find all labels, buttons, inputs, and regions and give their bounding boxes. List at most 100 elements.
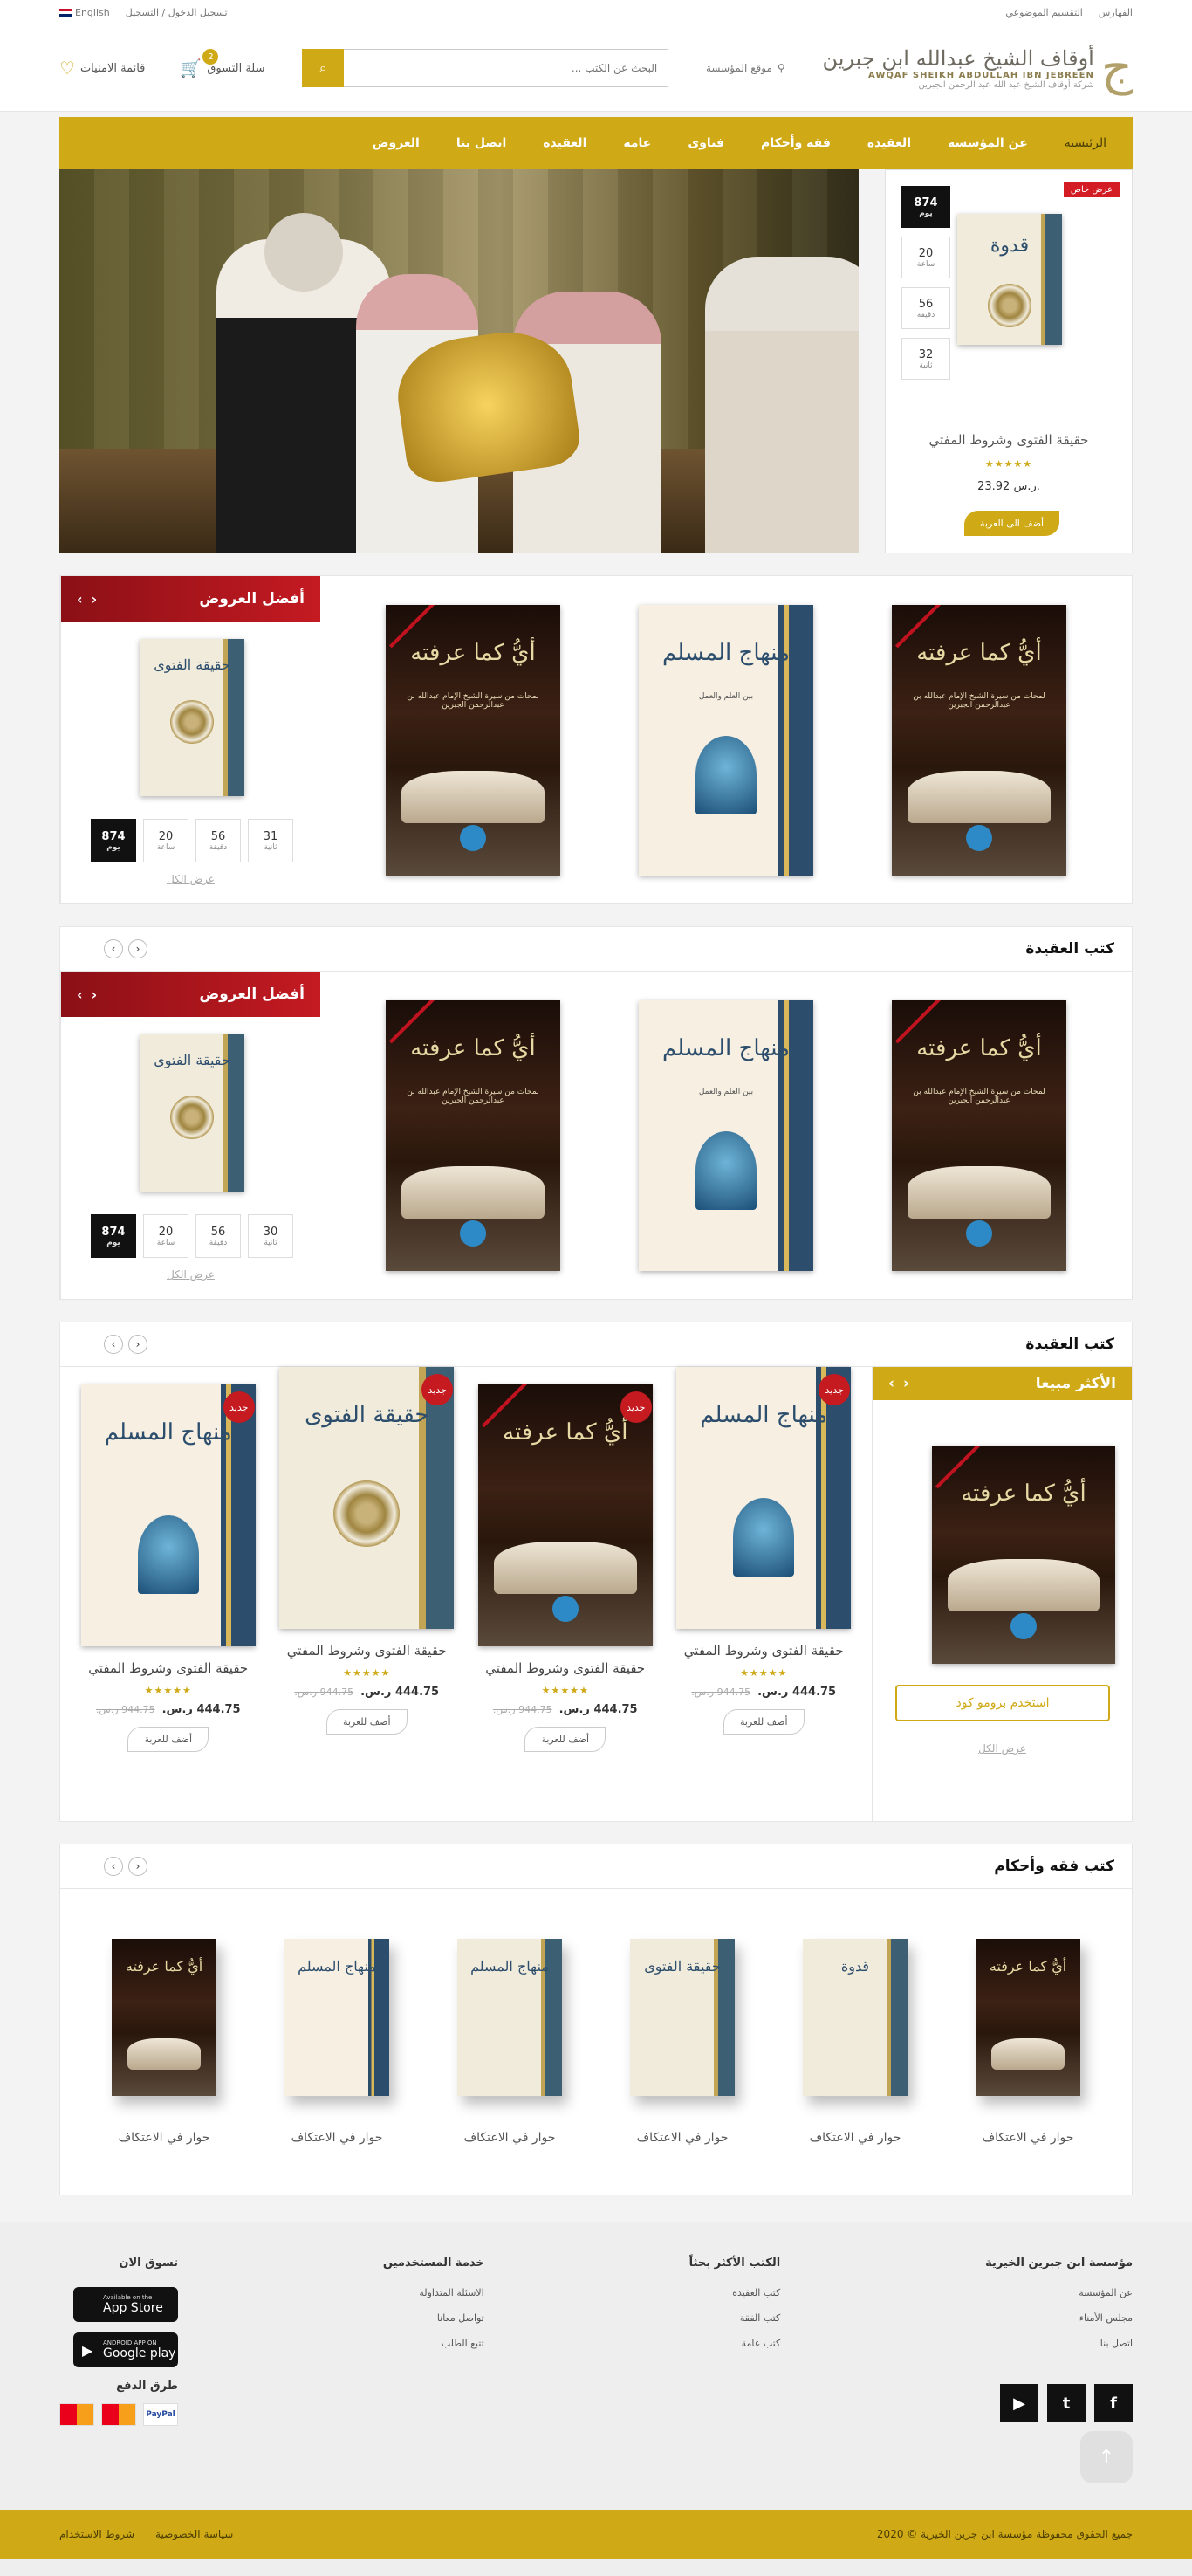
google-play-button[interactable]: ▶ ANDROID APP ON Google play <box>73 2332 178 2367</box>
book-name[interactable]: حوار في الاعتكاف <box>608 2131 757 2145</box>
product-name[interactable]: حقيقة الفتوى وشروط المفتي <box>77 1660 260 1676</box>
book-cover[interactable]: أيُّ كما عرفته لمحات من سيرة الشيخ الإما… <box>892 604 1066 876</box>
chevron-right-icon[interactable]: › <box>92 986 98 1003</box>
product-cover[interactable]: منهاج المسلم <box>80 1384 256 1646</box>
prev-arrow-icon[interactable]: ‹ <box>104 1857 123 1876</box>
chevron-right-icon[interactable]: › <box>903 1375 909 1392</box>
site-header: ♡ قائمة الامنيات 🛒 2 سلة التسوق ⌕ موقع ا… <box>0 24 1192 112</box>
book-name[interactable]: حوار في الاعتكاف <box>954 2131 1102 2145</box>
uk-flag-icon <box>59 9 72 17</box>
product-name[interactable]: حقيقة الفتوى وشروط المفتي <box>474 1660 657 1676</box>
product-cover[interactable]: أيُّ كما عرفته <box>477 1384 653 1646</box>
facebook-icon[interactable]: f <box>1094 2384 1133 2422</box>
terms-link[interactable]: شروط الاستخدام <box>59 2528 134 2540</box>
chevron-left-icon[interactable]: ‹ <box>77 591 83 608</box>
book-cover[interactable]: أيُّ كما عرفته لمحات من سيرة الشيخ الإما… <box>386 999 560 1271</box>
footer-link[interactable]: اتصل بنا <box>985 2338 1133 2349</box>
footer-link[interactable]: الاسئلة المتداولة <box>383 2287 483 2298</box>
footer-link[interactable]: عن المؤسسة <box>985 2287 1133 2298</box>
view-all-link[interactable]: عرض الكل <box>61 873 320 885</box>
view-all-link[interactable]: عرض الكل <box>61 1268 320 1281</box>
footer-heading: تسوق الان <box>119 2257 178 2270</box>
publisher-seal-icon <box>460 824 486 851</box>
site-logo[interactable]: أوقاف الشيخ عبدالله ابن جبرين AWQAF SHEI… <box>822 44 1133 93</box>
search-button[interactable]: ⌕ <box>302 49 345 87</box>
book-name[interactable]: حوار في الاعتكاف <box>781 2131 929 2145</box>
footer-link[interactable]: تتبع الطلب <box>383 2338 484 2349</box>
best-deal-book-cover[interactable]: حقيقة الفتوى <box>140 1034 244 1192</box>
footer-link[interactable]: كتب الفقة <box>689 2312 780 2324</box>
book-cover[interactable]: أيُّ كما عرفته <box>976 1939 1080 2096</box>
book-name[interactable]: حوار في الاعتكاف <box>263 2131 411 2145</box>
offer-title[interactable]: حقيقة الفتوى وشروط المفتي <box>886 432 1132 448</box>
site-footer: مؤسسة ابن جبرين الخيرية عن المؤسسة مجلس … <box>0 2222 1192 2576</box>
nav-item-aqeedah[interactable]: العقيدة <box>867 136 911 150</box>
hero-banner-image[interactable] <box>59 169 859 553</box>
youtube-icon[interactable]: ▶ <box>1000 2384 1038 2422</box>
book-cover[interactable]: منهاج المسلم <box>457 1939 562 2096</box>
best-deal-book-cover[interactable]: حقيقة الفتوى <box>140 639 244 796</box>
nav-item-fiqh[interactable]: فقة وأحكام <box>761 136 831 150</box>
nav-item-about[interactable]: عن المؤسسة <box>948 136 1028 150</box>
book-title: أيُّ كما عرفته <box>125 1958 203 1975</box>
cart-link[interactable]: 🛒 2 سلة التسوق <box>180 49 265 79</box>
book-cover[interactable]: منهاج المسلم بين العلم والعمل <box>639 999 813 1271</box>
nav-item-offers[interactable]: العروض <box>373 136 420 150</box>
book-cover[interactable]: أيُّ كما عرفته لمحات من سيرة الشيخ الإما… <box>386 604 560 876</box>
view-all-link[interactable]: عرض الكل <box>873 1742 1132 1755</box>
subject-index-link[interactable]: التقسيم الموضوعي <box>1005 7 1082 18</box>
chevron-left-icon[interactable]: ‹ <box>77 986 83 1003</box>
location-link[interactable]: موقع المؤسسة ⚲ <box>706 62 785 74</box>
add-to-cart-button[interactable]: أضف الى العربة <box>964 511 1060 536</box>
product-rating: ★★★★★ <box>144 1685 192 1696</box>
footer-link[interactable]: مجلس الأمناء <box>985 2312 1133 2324</box>
wishlist-link[interactable]: ♡ قائمة الامنيات <box>59 58 145 79</box>
book-name[interactable]: حوار في الاعتكاف <box>90 2131 238 2145</box>
search-input[interactable] <box>344 49 669 87</box>
add-to-cart-button[interactable]: أضف للعربة <box>325 1709 408 1735</box>
book-cover[interactable]: منهاج المسلم بين العلم والعمل <box>639 604 813 876</box>
promo-code-button[interactable]: استخدم برومو كود <box>895 1685 1110 1721</box>
top-seller-book-cover[interactable]: أيُّ كما عرفته <box>932 1446 1115 1664</box>
book-title: منهاج المسلم <box>104 1419 232 1446</box>
top-bar: English تسجيل الدخول / التسجيل التقسيم ا… <box>0 0 1192 24</box>
product-cover[interactable]: حقيقة الفتوى <box>279 1367 455 1629</box>
product-cover[interactable]: منهاج المسلم <box>676 1367 852 1629</box>
nav-item-aqeedah-2[interactable]: العقيدة <box>543 136 586 150</box>
add-to-cart-button[interactable]: أضف للعربة <box>127 1727 209 1752</box>
next-arrow-icon[interactable]: › <box>128 1335 147 1354</box>
auth-link[interactable]: تسجيل الدخول / التسجيل <box>126 7 228 18</box>
add-to-cart-button[interactable]: أضف للعربة <box>723 1709 805 1735</box>
nav-item-general[interactable]: عامة <box>623 136 651 150</box>
product-name[interactable]: حقيقة الفتوى وشروط المفتي <box>672 1643 855 1659</box>
footer-link[interactable]: تواصل معانا <box>383 2312 484 2324</box>
book-cover[interactable]: أيُّ كما عرفته <box>112 1939 216 2096</box>
next-arrow-icon[interactable]: › <box>128 1857 147 1876</box>
book-cover[interactable]: منهاج المسلم <box>284 1939 389 2096</box>
prev-arrow-icon[interactable]: ‹ <box>104 1335 123 1354</box>
offer-book-cover[interactable]: قدوة <box>957 214 1062 345</box>
prev-arrow-icon[interactable]: ‹ <box>104 939 123 958</box>
chevron-right-icon[interactable]: › <box>92 591 98 608</box>
product-name[interactable]: حقيقة الفتوى وشروط المفتي <box>275 1643 458 1659</box>
indexes-link[interactable]: الفهارس <box>1099 7 1133 18</box>
privacy-link[interactable]: سياسة الخصوصية <box>155 2528 233 2540</box>
nav-item-fatwas[interactable]: فتاوى <box>688 136 724 150</box>
footer-link[interactable]: كتب العقيدة <box>689 2287 780 2298</box>
book-cover[interactable]: أيُّ كما عرفته لمحات من سيرة الشيخ الإما… <box>892 999 1066 1271</box>
book-cover[interactable]: قدوة <box>803 1939 908 2096</box>
book-cover[interactable]: حقيقة الفتوى <box>630 1939 735 2096</box>
language-switch[interactable]: English <box>59 7 110 18</box>
nav-item-contact[interactable]: اتصل بنا <box>456 136 506 150</box>
add-to-cart-button[interactable]: أضف للعربة <box>524 1727 606 1752</box>
book-illustration <box>948 1559 1100 1611</box>
scroll-to-top-button[interactable]: ↑ <box>1080 2431 1133 2483</box>
next-arrow-icon[interactable]: › <box>128 939 147 958</box>
footer-link[interactable]: كتب عامة <box>689 2338 781 2349</box>
chevron-left-icon[interactable]: ‹ <box>888 1375 894 1392</box>
twitter-icon[interactable]: t <box>1047 2384 1086 2422</box>
app-store-button[interactable]: Available on the App Store <box>73 2287 178 2322</box>
book-illustration <box>493 1542 637 1594</box>
book-name[interactable]: حوار في الاعتكاف <box>435 2131 584 2145</box>
nav-item-home[interactable]: الرئيسية <box>1065 136 1106 150</box>
